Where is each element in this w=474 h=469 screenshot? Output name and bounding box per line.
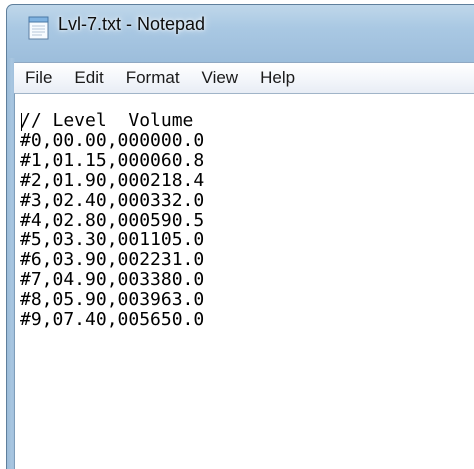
- menu-view[interactable]: View: [191, 68, 250, 88]
- window-title: Lvl-7.txt - Notepad: [58, 14, 206, 34]
- menu-bar: File Edit Format View Help: [14, 62, 474, 94]
- text-caret: [21, 113, 22, 131]
- editor-line: #7,04.90,003380.0: [20, 269, 205, 291]
- text-editor[interactable]: // Level Volume #0,00.00,000000.0 #1,01.15…: [20, 111, 470, 451]
- notepad-icon[interactable]: [28, 16, 50, 40]
- editor-line: // Level Volume: [20, 111, 194, 131]
- editor-line: #0,00.00,000000.0: [20, 129, 205, 151]
- editor-line: #5,03.30,001105.0: [20, 229, 205, 251]
- editor-line: #2,01.90,000218.4: [20, 169, 205, 191]
- editor-line: #9,07.40,005650.0: [20, 309, 205, 331]
- editor-line: #1,01.15,000060.8: [20, 149, 205, 171]
- editor-line: #4,02.80,000590.5: [20, 209, 205, 231]
- editor-line: #6,03.90,002231.0: [20, 249, 205, 271]
- menu-edit[interactable]: Edit: [63, 68, 114, 88]
- editor-line: #3,02.40,000332.0: [20, 189, 205, 211]
- menu-format[interactable]: Format: [115, 68, 191, 88]
- menu-file[interactable]: File: [14, 68, 63, 88]
- editor-line: #8,05.90,003963.0: [20, 289, 205, 311]
- menu-help[interactable]: Help: [249, 68, 306, 88]
- notepad-window: Lvl-7.txt - Notepad File Edit Format Vie…: [0, 0, 474, 469]
